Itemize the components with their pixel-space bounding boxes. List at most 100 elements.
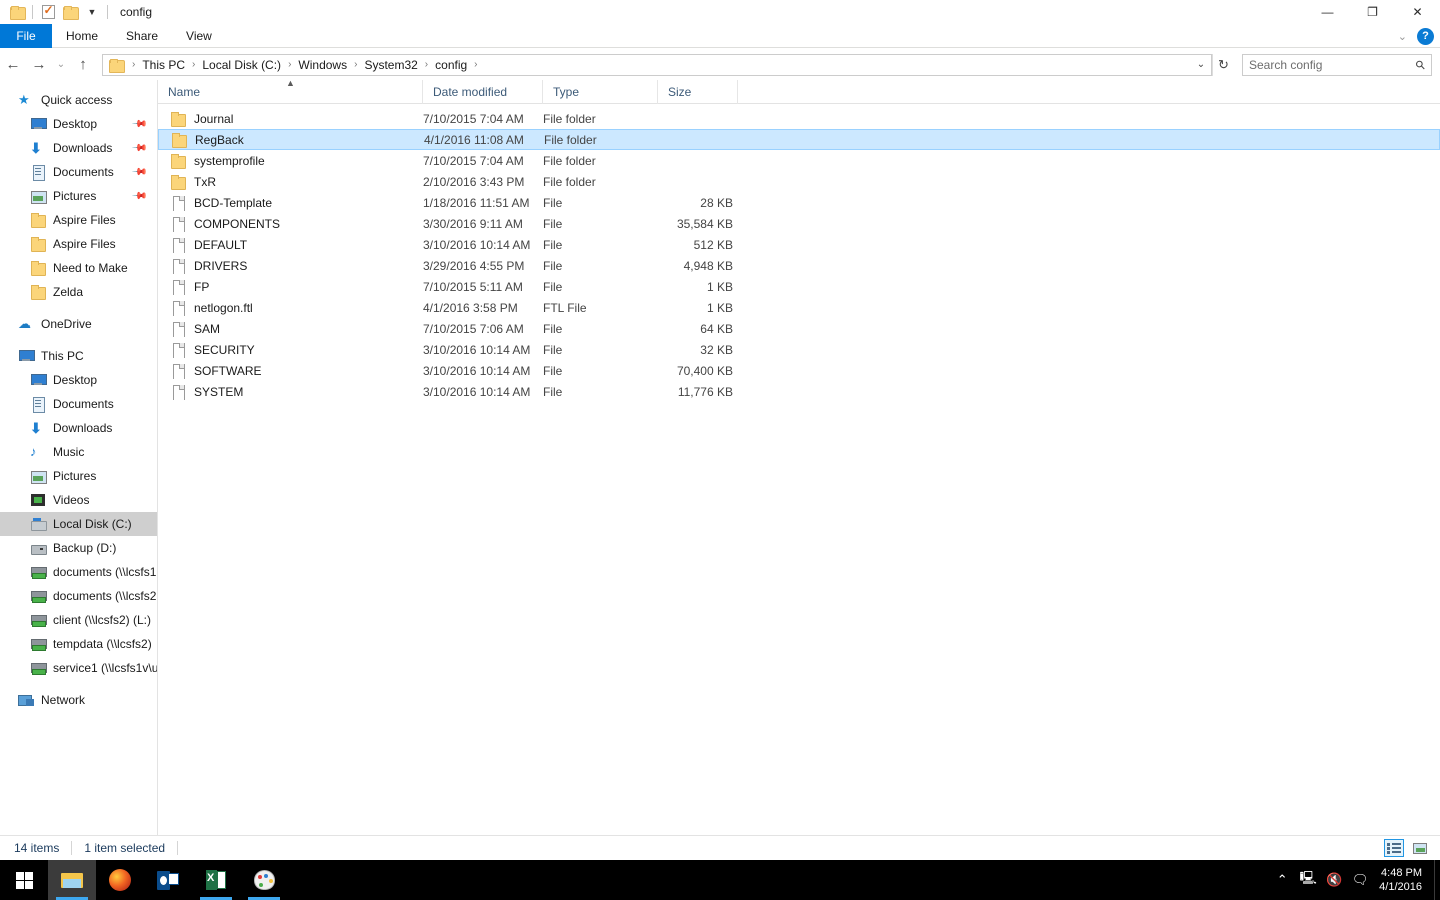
sidebar-item-pc-documents[interactable]: Documents: [0, 392, 157, 416]
sidebar-item-aspire-files-1[interactable]: Aspire Files: [0, 208, 157, 232]
network-tray-icon[interactable]: 🖳: [1295, 860, 1321, 900]
breadcrumb-windows[interactable]: Windows: [296, 58, 349, 72]
table-row[interactable]: SYSTEM 3/10/2016 10:14 AM File 11,776 KB: [158, 381, 1440, 402]
tab-file[interactable]: File: [0, 24, 52, 48]
sidebar-item-zelda[interactable]: Zelda: [0, 280, 157, 304]
file-name: Journal: [194, 111, 234, 126]
back-button[interactable]: ←: [0, 52, 26, 78]
file-size: 35,584 KB: [676, 216, 733, 231]
navigation-pane[interactable]: ★ Quick access Desktop 📌 ⬇ Downloads 📌 D…: [0, 80, 158, 835]
sidebar-group-this-pc[interactable]: This PC: [0, 344, 157, 368]
sidebar-item-local-disk-c[interactable]: Local Disk (C:): [0, 512, 157, 536]
table-row[interactable]: RegBack 4/1/2016 11:08 AM File folder: [158, 129, 1440, 150]
sidebar-group-network[interactable]: Network: [0, 688, 157, 712]
video-icon: [30, 492, 46, 508]
help-button[interactable]: ?: [1417, 27, 1434, 45]
sidebar-item-aspire-files-2[interactable]: Aspire Files: [0, 232, 157, 256]
firefox-taskbar-button[interactable]: [96, 860, 144, 900]
file-icon: [170, 300, 186, 316]
column-header-type[interactable]: Type: [543, 79, 658, 104]
customize-chevron-icon[interactable]: ▼: [81, 1, 103, 23]
file-rows: Journal 7/10/2015 7:04 AM File folder Re…: [158, 104, 1440, 402]
table-row[interactable]: FP 7/10/2015 5:11 AM File 1 KB: [158, 276, 1440, 297]
table-row[interactable]: netlogon.ftl 4/1/2016 3:58 PM FTL File 1…: [158, 297, 1440, 318]
tab-home[interactable]: Home: [52, 24, 112, 48]
breadcrumb-local-disk[interactable]: Local Disk (C:): [200, 58, 283, 72]
folder-icon[interactable]: [6, 1, 28, 23]
table-row[interactable]: BCD-Template 1/18/2016 11:51 AM File 28 …: [158, 192, 1440, 213]
sidebar-item-backup-d[interactable]: Backup (D:): [0, 536, 157, 560]
sidebar-item-pc-downloads[interactable]: ⬇ Downloads: [0, 416, 157, 440]
column-header-size[interactable]: Size: [658, 79, 738, 104]
forward-button[interactable]: →: [26, 52, 52, 78]
sidebar-item-service1[interactable]: service1 (\\lcsfs1v\u: [0, 656, 157, 680]
restore-button[interactable]: ❐: [1350, 0, 1395, 24]
minimize-button[interactable]: —: [1305, 0, 1350, 24]
sidebar-item-pc-videos[interactable]: Videos: [0, 488, 157, 512]
recent-locations-button[interactable]: ⌄: [52, 52, 70, 78]
volume-muted-tray-icon[interactable]: 🔇: [1321, 860, 1347, 900]
file-name: DRIVERS: [194, 258, 248, 273]
tab-view[interactable]: View: [172, 24, 226, 48]
address-dropdown-icon[interactable]: ⌄: [1191, 54, 1211, 76]
file-explorer-taskbar-button[interactable]: [48, 860, 96, 900]
sidebar-item-pictures[interactable]: Pictures 📌: [0, 184, 157, 208]
search-input[interactable]: Search config: [1249, 58, 1322, 72]
sidebar-item-need-to-make[interactable]: Need to Make: [0, 256, 157, 280]
up-button[interactable]: ↑: [70, 52, 96, 78]
sidebar-item-tempdata-lcsfs2[interactable]: tempdata (\\lcsfs2): [0, 632, 157, 656]
close-button[interactable]: ✕: [1395, 0, 1440, 24]
sidebar-item-documents[interactable]: Documents 📌: [0, 160, 157, 184]
table-row[interactable]: TxR 2/10/2016 3:43 PM File folder: [158, 171, 1440, 192]
breadcrumb-bar[interactable]: › This PC › Local Disk (C:) › Windows › …: [102, 53, 1212, 76]
breadcrumb-this-pc[interactable]: This PC: [140, 58, 187, 72]
paint-icon: [253, 870, 275, 890]
table-row[interactable]: SECURITY 3/10/2016 10:14 AM File 32 KB: [158, 339, 1440, 360]
excel-taskbar-button[interactable]: X: [192, 860, 240, 900]
file-icon: [170, 321, 186, 337]
clock[interactable]: 4:48 PM 4/1/2016: [1373, 866, 1434, 894]
sidebar-item-label: Music: [53, 445, 85, 459]
table-row[interactable]: DEFAULT 3/10/2016 10:14 AM File 512 KB: [158, 234, 1440, 255]
details-view-button[interactable]: [1384, 839, 1404, 857]
table-row[interactable]: systemprofile 7/10/2015 7:04 AM File fol…: [158, 150, 1440, 171]
sidebar-item-pc-music[interactable]: ♪ Music: [0, 440, 157, 464]
breadcrumb-separator-4: ›: [424, 59, 429, 70]
sidebar-item-pc-pictures[interactable]: Pictures: [0, 464, 157, 488]
action-center-icon[interactable]: 🗨: [1347, 860, 1373, 900]
tab-share[interactable]: Share: [112, 24, 172, 48]
table-row[interactable]: COMPONENTS 3/30/2016 9:11 AM File 35,584…: [158, 213, 1440, 234]
sidebar-item-pc-desktop[interactable]: Desktop: [0, 368, 157, 392]
properties-icon[interactable]: [37, 1, 59, 23]
file-date: 7/10/2015 7:04 AM: [423, 111, 524, 126]
file-name-cell: netlogon.ftl: [158, 300, 423, 316]
refresh-button[interactable]: ↻: [1212, 53, 1234, 76]
sidebar-item-client-lcsfs2[interactable]: client (\\lcsfs2) (L:): [0, 608, 157, 632]
sidebar-item-desktop[interactable]: Desktop 📌: [0, 112, 157, 136]
sidebar-item-downloads[interactable]: ⬇ Downloads 📌: [0, 136, 157, 160]
show-desktop-button[interactable]: [1434, 860, 1440, 900]
table-row[interactable]: SAM 7/10/2015 7:06 AM File 64 KB: [158, 318, 1440, 339]
breadcrumb-config[interactable]: config: [433, 58, 469, 72]
large-icons-view-button[interactable]: [1410, 839, 1430, 857]
outlook-taskbar-button[interactable]: [144, 860, 192, 900]
new-folder-icon[interactable]: [59, 1, 81, 23]
paint-taskbar-button[interactable]: [240, 860, 288, 900]
table-row[interactable]: SOFTWARE 3/10/2016 10:14 AM File 70,400 …: [158, 360, 1440, 381]
expand-ribbon-chevron-icon[interactable]: ⌄: [1398, 30, 1407, 43]
show-hidden-icons-chevron[interactable]: ⌃: [1269, 860, 1295, 900]
start-button[interactable]: [0, 860, 48, 900]
sidebar-item-documents-lcsfs1[interactable]: documents (\\lcsfs1: [0, 560, 157, 584]
sidebar-group-quick-access[interactable]: ★ Quick access: [0, 88, 157, 112]
file-date: 7/10/2015 7:04 AM: [423, 153, 524, 168]
breadcrumb-system32[interactable]: System32: [362, 58, 419, 72]
sidebar-group-onedrive[interactable]: ☁ OneDrive: [0, 312, 157, 336]
column-header-date-modified[interactable]: Date modified: [423, 79, 543, 104]
file-name-cell: SAM: [158, 321, 423, 337]
table-row[interactable]: Journal 7/10/2015 7:04 AM File folder: [158, 108, 1440, 129]
table-row[interactable]: DRIVERS 3/29/2016 4:55 PM File 4,948 KB: [158, 255, 1440, 276]
search-box[interactable]: Search config ⚲: [1242, 53, 1432, 76]
sidebar-item-label: Desktop: [53, 373, 98, 387]
sidebar-item-documents-lcsfs2[interactable]: documents (\\lcsfs2: [0, 584, 157, 608]
search-icon: ⚲: [1412, 56, 1429, 73]
